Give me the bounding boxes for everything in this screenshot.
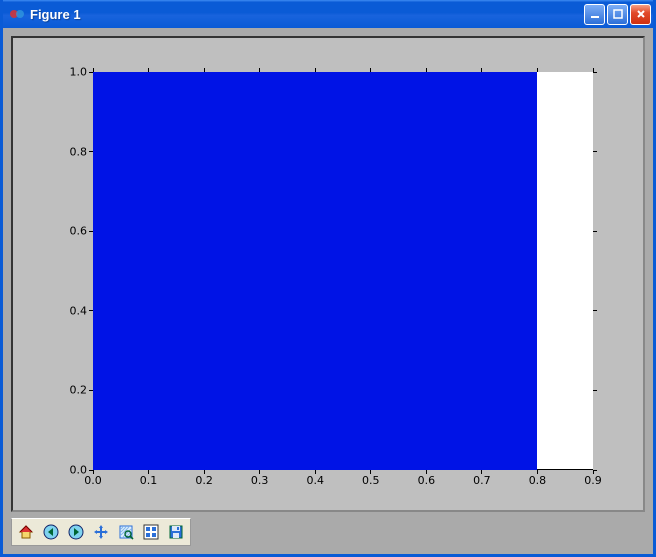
home-icon (17, 523, 35, 541)
zoom-icon (117, 523, 135, 541)
ytick-label: 0.2 (70, 384, 94, 397)
ytick-mark (593, 470, 597, 471)
ytick-label: 0.4 (70, 304, 94, 317)
back-icon (42, 523, 60, 541)
xtick-label: 0.8 (529, 474, 547, 487)
xtick-mark (259, 68, 260, 72)
window-title: Figure 1 (30, 7, 584, 22)
ytick-label: 1.0 (70, 66, 94, 79)
xtick-label: 0.1 (140, 474, 158, 487)
xtick-mark (315, 68, 316, 72)
subplots-icon (142, 523, 160, 541)
ytick-mark (593, 72, 597, 73)
titlebar[interactable]: Figure 1 (3, 0, 653, 28)
save-icon (167, 523, 185, 541)
ytick-mark (593, 390, 597, 391)
xtick-label: 0.4 (306, 474, 324, 487)
ytick-mark (593, 310, 597, 311)
app-icon (9, 6, 25, 22)
figure-canvas[interactable]: 0.00.10.20.30.40.50.60.70.80.90.00.20.40… (13, 38, 643, 510)
zoom-button[interactable] (114, 520, 138, 544)
save-button[interactable] (164, 520, 188, 544)
window-buttons (584, 4, 651, 25)
ytick-label: 0.6 (70, 225, 94, 238)
ytick-label: 0.8 (70, 145, 94, 158)
xtick-label: 0.3 (251, 474, 269, 487)
home-button[interactable] (14, 520, 38, 544)
forward-button[interactable] (64, 520, 88, 544)
canvas-frame: 0.00.10.20.30.40.50.60.70.80.90.00.20.40… (11, 36, 645, 512)
client-area: 0.00.10.20.30.40.50.60.70.80.90.00.20.40… (3, 28, 653, 554)
figure-window: Figure 1 0.0 0.1 0.2 0.3 0.4 0.5 0.6 0.7 0.8 0.9 0… (0, 0, 656, 557)
nav-toolbar (11, 518, 191, 546)
ytick-mark (593, 231, 597, 232)
xtick-label: 0.6 (418, 474, 436, 487)
xtick-mark (481, 68, 482, 72)
subplots-button[interactable] (139, 520, 163, 544)
xtick-label: 0.2 (195, 474, 213, 487)
pan-icon (92, 523, 110, 541)
xtick-label: 0.7 (473, 474, 491, 487)
ytick-label: 0.0 (70, 464, 94, 477)
xtick-label: 0.5 (362, 474, 380, 487)
minimize-button[interactable] (584, 4, 605, 25)
close-button[interactable] (630, 4, 651, 25)
xtick-mark (426, 68, 427, 72)
xtick-mark (204, 68, 205, 72)
pan-button[interactable] (89, 520, 113, 544)
xtick-mark (148, 68, 149, 72)
maximize-button[interactable] (607, 4, 628, 25)
xtick-mark (370, 68, 371, 72)
back-button[interactable] (39, 520, 63, 544)
bar (93, 72, 537, 470)
forward-icon (67, 523, 85, 541)
xtick-label: 0.9 (584, 474, 602, 487)
plot-area: 0.00.10.20.30.40.50.60.70.80.90.00.20.40… (13, 38, 643, 510)
xtick-mark (537, 68, 538, 72)
ytick-mark (593, 151, 597, 152)
